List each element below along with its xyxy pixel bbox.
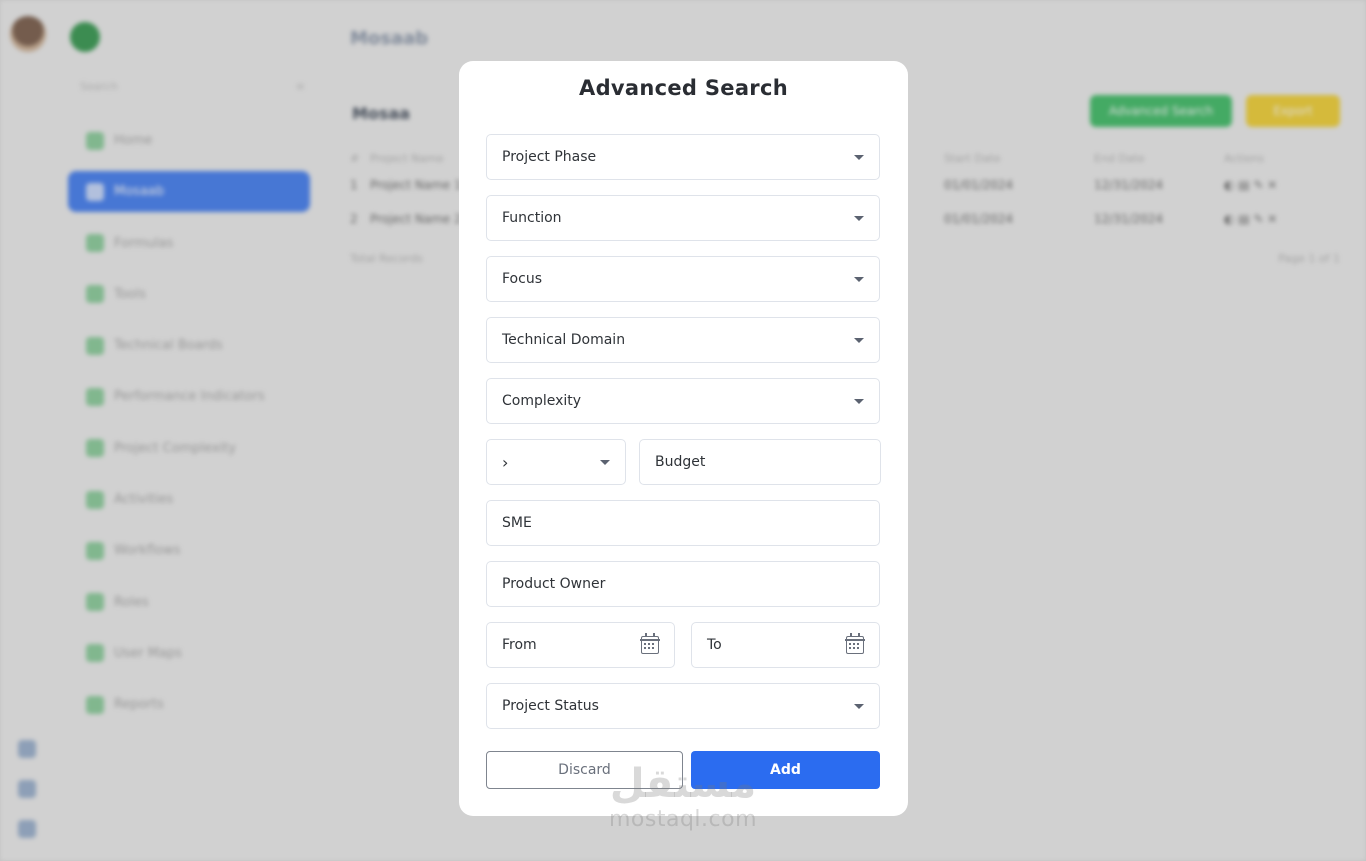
project-status-select[interactable]: Project Status: [486, 683, 880, 729]
caret-down-icon: [854, 703, 864, 709]
budget-placeholder: Budget: [655, 454, 706, 470]
project-phase-placeholder: Project Phase: [502, 149, 597, 165]
discard-button[interactable]: Discard: [486, 751, 683, 789]
project-status-placeholder: Project Status: [502, 698, 599, 714]
budget-operator-select[interactable]: ›: [486, 439, 626, 485]
focus-placeholder: Focus: [502, 271, 542, 287]
function-placeholder: Function: [502, 210, 562, 226]
caret-down-icon: [854, 154, 864, 160]
complexity-select[interactable]: Complexity: [486, 378, 880, 424]
caret-down-icon: [854, 398, 864, 404]
calendar-icon[interactable]: [845, 633, 865, 654]
caret-down-icon: [854, 276, 864, 282]
caret-down-icon: [854, 337, 864, 343]
caret-down-icon: [854, 215, 864, 221]
modal-title: Advanced Search: [579, 76, 788, 100]
greater-than-icon: ›: [502, 452, 509, 472]
sme-input[interactable]: SME: [486, 500, 880, 546]
to-date-placeholder: To: [707, 637, 722, 653]
focus-select[interactable]: Focus: [486, 256, 880, 302]
complexity-placeholder: Complexity: [502, 393, 582, 409]
technical-domain-placeholder: Technical Domain: [502, 332, 626, 348]
technical-domain-select[interactable]: Technical Domain: [486, 317, 880, 363]
caret-down-icon: [600, 459, 610, 465]
product-owner-input[interactable]: Product Owner: [486, 561, 880, 607]
add-button[interactable]: Add: [691, 751, 880, 789]
from-date-input[interactable]: From: [486, 622, 675, 668]
to-date-input[interactable]: To: [691, 622, 880, 668]
from-date-placeholder: From: [502, 637, 537, 653]
product-owner-placeholder: Product Owner: [502, 576, 606, 592]
sme-placeholder: SME: [502, 515, 532, 531]
function-select[interactable]: Function: [486, 195, 880, 241]
budget-input[interactable]: Budget: [639, 439, 881, 485]
calendar-icon[interactable]: [640, 633, 660, 654]
project-phase-select[interactable]: Project Phase: [486, 134, 880, 180]
